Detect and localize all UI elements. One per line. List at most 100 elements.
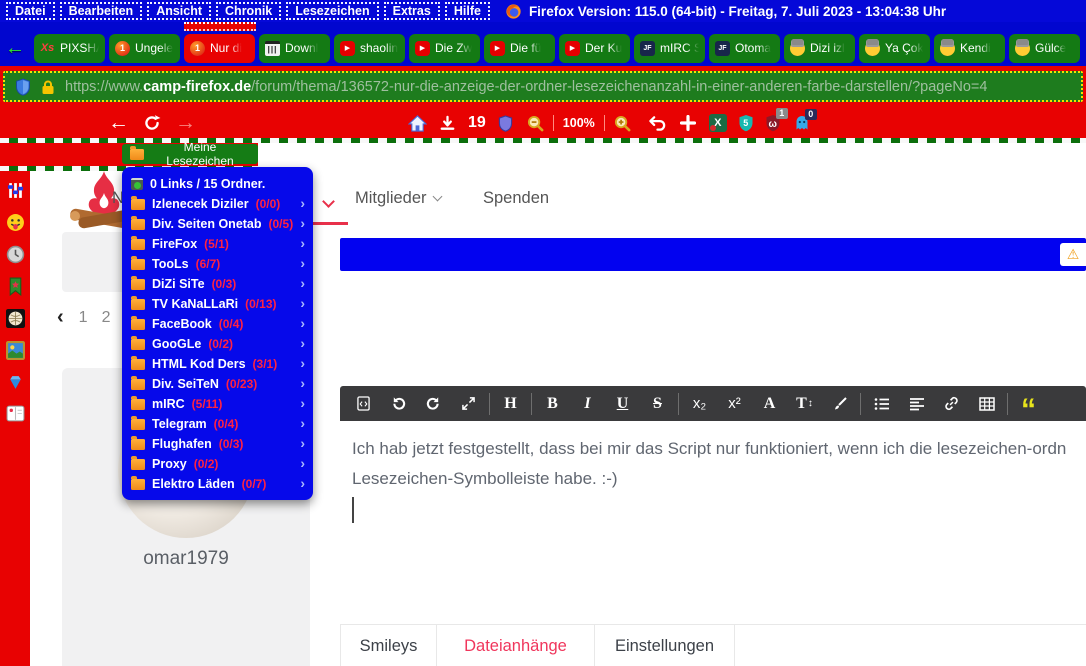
bookmark-folder-item[interactable]: mIRC (5/11): [122, 394, 313, 414]
menubar-item[interactable]: Chronik: [216, 2, 282, 20]
menubar-item[interactable]: Ansicht: [147, 2, 212, 20]
bookmark-folder-item[interactable]: GooGLe (0/2): [122, 334, 313, 354]
bookmark-folder-item[interactable]: TV KaNaLLaRi (0/13): [122, 294, 313, 314]
bookmark-folder-item[interactable]: DiZi SiTe (0/3): [122, 274, 313, 294]
quote-button[interactable]: “: [1011, 386, 1046, 424]
bookmark-button[interactable]: Nur di: [184, 33, 255, 63]
new-tab-plus-icon[interactable]: [679, 115, 696, 131]
bookmark-folder-item[interactable]: FaceBook (0/4): [122, 314, 313, 334]
brush-icon[interactable]: [822, 386, 857, 421]
excel-extension-icon[interactable]: X: [708, 114, 727, 132]
table-icon[interactable]: [969, 386, 1004, 421]
zoom-in-icon[interactable]: [614, 115, 631, 132]
pagination-page[interactable]: 2: [102, 309, 111, 327]
menubar-item[interactable]: Extras: [383, 2, 440, 20]
undo-icon[interactable]: [648, 115, 667, 131]
smiley-tongue-icon[interactable]: [6, 213, 25, 232]
underline-button[interactable]: U: [605, 386, 640, 421]
editor-footer-tab[interactable]: Smileys: [340, 625, 437, 666]
redo-icon[interactable]: [416, 386, 451, 421]
bookmark-button[interactable]: Gülce: [1009, 33, 1080, 63]
bookmark-folder-item[interactable]: Div. SeiTeN (0/23): [122, 374, 313, 394]
bookmark-folder-item[interactable]: Elektro Läden (0/7): [122, 474, 313, 494]
bookmark-folder-item[interactable]: HTML Kod Ders (3/1): [122, 354, 313, 374]
bookmark-button[interactable]: Dizi izl: [784, 33, 855, 63]
bookmark-folder-item[interactable]: Div. Seiten Onetab (0/5): [122, 214, 313, 234]
bookmark-folder-item[interactable]: FireFox (5/1): [122, 234, 313, 254]
source-code-icon[interactable]: [346, 386, 381, 421]
bookmark-button[interactable]: Die fü: [484, 33, 555, 63]
bookmark-button[interactable]: Ya Çok: [859, 33, 930, 63]
notebook-icon[interactable]: [6, 405, 25, 424]
picture-icon[interactable]: [5, 341, 25, 360]
meine-lesezeichen-button[interactable]: Meine Lesezeichen: [122, 140, 258, 168]
zoom-out-icon[interactable]: [527, 115, 544, 132]
bookmark-button[interactable]: shaolin: [334, 33, 405, 63]
bookmark-folder-item[interactable]: Izlenecek Diziler (0/0): [122, 194, 313, 214]
tab-counter[interactable]: 19: [468, 114, 486, 132]
pagination-prev[interactable]: ‹: [57, 306, 64, 329]
editor-footer-tab[interactable]: Einstellungen: [595, 625, 735, 666]
nav-item-mitglieder[interactable]: Mitglieder: [355, 189, 442, 208]
folder-name: TV KaNaLLaRi: [152, 297, 239, 311]
list-icon[interactable]: [864, 386, 899, 421]
forward-icon[interactable]: [175, 111, 196, 135]
strikethrough-button[interactable]: S: [640, 386, 675, 421]
bookmark-button[interactable]: Die Zw: [409, 33, 480, 63]
menubar-item[interactable]: Hilfe: [444, 2, 490, 20]
bookmark-star-icon[interactable]: [6, 277, 25, 296]
gem-icon[interactable]: [6, 373, 25, 392]
subscript-button[interactable]: x₂: [682, 386, 717, 421]
folder-icon: [131, 475, 145, 490]
bookmark-folder-item[interactable]: Proxy (0/2): [122, 454, 313, 474]
tracking-shield-icon[interactable]: [15, 77, 31, 96]
align-icon[interactable]: [899, 386, 934, 421]
font-color-button[interactable]: A: [752, 386, 787, 421]
nav-item-spenden[interactable]: Spenden: [483, 189, 549, 208]
username[interactable]: omar1979: [62, 548, 310, 570]
bookmark-button[interactable]: Der Ku: [559, 33, 630, 63]
warning-box[interactable]: ⚠: [1060, 243, 1086, 266]
bold-button[interactable]: B: [535, 386, 570, 421]
url-bar[interactable]: https://www.camp-firefox.de/forum/thema/…: [3, 71, 1083, 102]
sidebar-toggle-arrow-icon[interactable]: [0, 37, 30, 60]
zoom-level[interactable]: 100%: [563, 116, 595, 130]
active-nav-underline: [313, 222, 348, 225]
download-icon[interactable]: [439, 115, 456, 132]
bookmark-folder-item[interactable]: Telegram (0/4): [122, 414, 313, 434]
bookmark-button[interactable]: mIRC S: [634, 33, 705, 63]
link-icon[interactable]: [934, 386, 969, 421]
menubar-item[interactable]: Datei: [6, 2, 55, 20]
back-icon[interactable]: [108, 111, 129, 135]
menubar-item[interactable]: Lesezeichen: [286, 2, 379, 20]
lock-icon[interactable]: [41, 79, 55, 95]
font-size-button[interactable]: T: [787, 386, 822, 421]
reload-icon[interactable]: [143, 114, 161, 132]
mask-icon[interactable]: [5, 309, 25, 328]
editor-textarea[interactable]: Ich hab jetzt festgestellt, dass bei mir…: [340, 421, 1086, 523]
protection-shield-icon[interactable]: [498, 114, 513, 132]
bookmark-button[interactable]: Kendi: [934, 33, 1005, 63]
bookmark-folder-item[interactable]: TooLs (6/7): [122, 254, 313, 274]
folder-name: Elektro Läden: [152, 477, 235, 491]
heading-button[interactable]: H: [493, 386, 528, 421]
bookmark-button[interactable]: Downl: [259, 33, 330, 63]
equalizer-icon[interactable]: [6, 181, 25, 200]
bookmark-button[interactable]: Otoma: [709, 33, 780, 63]
home-icon[interactable]: [408, 114, 427, 132]
clock-icon[interactable]: [6, 245, 25, 264]
url-text[interactable]: https://www.camp-firefox.de/forum/thema/…: [65, 79, 987, 95]
menubar-item[interactable]: Bearbeiten: [59, 2, 143, 20]
pagination-page[interactable]: 1: [79, 309, 88, 327]
bookmark-button[interactable]: PIXSHA: [34, 33, 105, 63]
ghostery-icon[interactable]: 0: [794, 109, 817, 131]
adblock-shield-icon[interactable]: 5: [738, 114, 754, 132]
omega-extension-icon[interactable]: ω 1: [765, 108, 788, 132]
editor-footer-tab[interactable]: Dateianhänge: [437, 625, 595, 666]
italic-button[interactable]: I: [570, 386, 605, 421]
bookmark-button[interactable]: Ungele: [109, 33, 180, 63]
fullscreen-icon[interactable]: [451, 386, 486, 421]
undo-icon[interactable]: [381, 386, 416, 421]
bookmark-folder-item[interactable]: Flughafen (0/3): [122, 434, 313, 454]
superscript-button[interactable]: x²: [717, 386, 752, 421]
